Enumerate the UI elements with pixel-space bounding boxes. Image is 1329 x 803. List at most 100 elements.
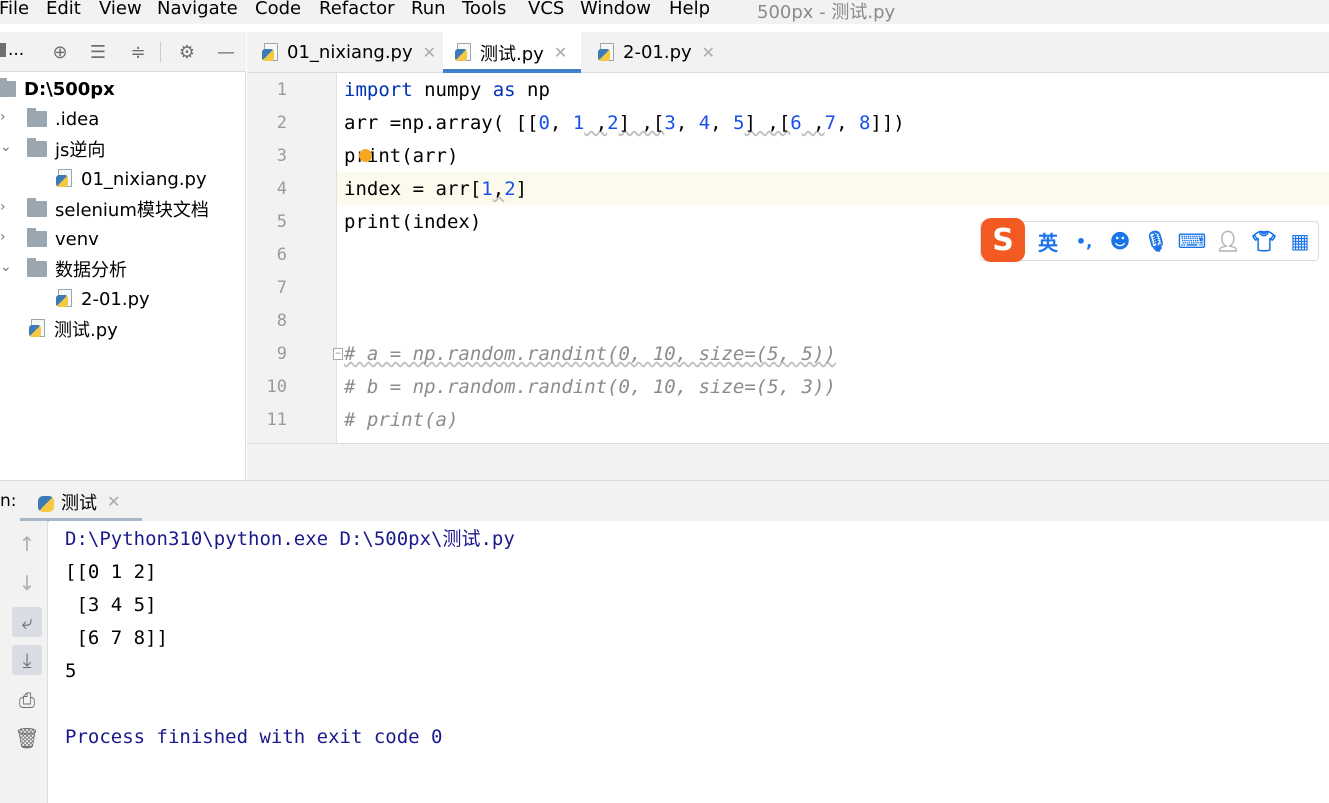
line-number: 5	[276, 212, 287, 232]
ime-toolbar: S 英 •, ☻ 🎙︎ ⌨ 👤︎ 👕︎ ▦	[980, 218, 1319, 262]
tree-label: selenium模块文档	[55, 200, 209, 221]
tree-label: js逆向	[55, 140, 106, 161]
menu-code[interactable]: Code	[255, 0, 301, 19]
tree-label: 数据分析	[55, 260, 127, 281]
python-icon	[36, 492, 54, 512]
menu-vcs[interactable]: VCS	[528, 0, 564, 19]
chevron-down-icon[interactable]: ⌄	[0, 259, 12, 275]
menu-file[interactable]: File	[0, 0, 29, 19]
soft-wrap-icon[interactable]: ⤶	[12, 607, 42, 637]
folder-icon	[27, 198, 47, 217]
lightbulb-icon[interactable]	[359, 149, 372, 162]
menu-navigate[interactable]: Navigate	[157, 0, 238, 19]
tree-label: 测试.py	[54, 320, 118, 341]
menu-help[interactable]: Help	[669, 0, 710, 19]
tree-item-01-nixiang[interactable]: 01_nixiang.py	[56, 165, 207, 193]
menu-view[interactable]: View	[99, 0, 142, 19]
menu-bar: File Edit View Navigate Code Refactor Ru…	[0, 0, 1329, 24]
tab-label: 2-01.py	[623, 42, 692, 63]
close-icon[interactable]: ✕	[702, 43, 715, 62]
run-panel-label: n:	[0, 491, 17, 511]
code-token: 3	[664, 112, 676, 134]
ime-language-toggle[interactable]: 英	[1035, 228, 1061, 255]
code-token: 1	[572, 112, 585, 134]
run-console[interactable]: D:\Python310\python.exe D:\500px\测试.py […	[49, 521, 1329, 803]
emoji-icon[interactable]: ☻	[1107, 228, 1133, 254]
tab-test[interactable]: 测试.py ✕	[443, 32, 581, 73]
code-token: 4	[698, 112, 711, 134]
chevron-right-icon[interactable]: ›	[0, 229, 6, 245]
code-token: ,	[492, 178, 505, 200]
code-token: ,	[549, 112, 573, 134]
tab-label: 测试.py	[480, 43, 544, 65]
chevron-right-icon[interactable]: ›	[0, 109, 6, 125]
line-number: 2	[276, 113, 287, 133]
console-line: [3 4 5]	[65, 594, 157, 616]
tree-item-js[interactable]: js逆向	[27, 135, 105, 163]
project-toolbar: ... ⊕ ☰ ≑ ⚙ —	[0, 32, 246, 72]
folder-icon	[27, 108, 47, 127]
collapse-all-icon[interactable]: ≑	[126, 40, 150, 64]
code-token: ,	[584, 112, 608, 134]
code-token: 7	[824, 112, 837, 134]
menu-window[interactable]: Window	[580, 0, 651, 19]
tab-01-nixiang[interactable]: 01_nixiang.py ✕	[260, 32, 438, 73]
code-token: ] ,[	[618, 112, 665, 134]
code-token: 6	[790, 112, 802, 134]
arrow-down-icon[interactable]: ↓	[12, 568, 42, 598]
scroll-to-end-icon[interactable]: ⤓	[12, 645, 42, 675]
microphone-icon[interactable]: 🎙︎	[1143, 228, 1169, 254]
python-file-icon	[598, 42, 616, 63]
tree-item-data-analysis[interactable]: 数据分析	[27, 255, 127, 283]
user-icon[interactable]: 👤︎	[1215, 228, 1241, 254]
print-icon[interactable]: ⎙	[12, 685, 42, 715]
folder-icon	[27, 228, 47, 247]
keyboard-icon[interactable]: ⌨	[1178, 228, 1207, 254]
tree-item-idea[interactable]: .idea	[27, 105, 99, 133]
chevron-down-icon[interactable]: ⌄	[0, 139, 12, 155]
ime-punctuation-toggle[interactable]: •,	[1071, 228, 1097, 254]
code-token: ,	[801, 112, 825, 134]
tree-item-test[interactable]: 测试.py	[29, 315, 118, 343]
skin-icon[interactable]: 👕︎	[1251, 228, 1277, 254]
trash-icon[interactable]: 🗑︎	[12, 723, 42, 753]
globe-icon[interactable]: ⊕	[48, 40, 72, 64]
toolbox-icon[interactable]: ▦	[1287, 228, 1313, 254]
project-panel-title[interactable]: ...	[0, 40, 24, 60]
menu-edit[interactable]: Edit	[46, 0, 81, 19]
menu-run[interactable]: Run	[411, 0, 446, 19]
close-icon[interactable]: ✕	[423, 43, 436, 62]
close-icon[interactable]: ✕	[554, 43, 567, 62]
arrow-up-icon[interactable]: ↑	[12, 529, 42, 559]
run-tab-label: 测试	[61, 492, 97, 514]
minimize-icon[interactable]: —	[214, 40, 238, 64]
python-file-icon	[262, 42, 280, 63]
tree-label: .idea	[55, 108, 100, 130]
project-tree: D:\500px › .idea ⌄ js逆向 01_nixiang.py › …	[0, 72, 246, 480]
sogou-logo-icon[interactable]: S	[981, 218, 1025, 262]
expand-all-icon[interactable]: ☰	[86, 40, 110, 64]
tree-item-2-01[interactable]: 2-01.py	[56, 285, 150, 313]
close-icon[interactable]: ✕	[107, 492, 120, 511]
tree-item-selenium[interactable]: selenium模块文档	[27, 195, 209, 223]
fold-icon[interactable]: −	[333, 348, 343, 360]
tab-label: 01_nixiang.py	[287, 42, 413, 63]
gear-icon[interactable]: ⚙	[175, 40, 199, 64]
tree-root-500px[interactable]: D:\500px	[0, 75, 115, 103]
code-token: import	[344, 79, 413, 101]
chevron-right-icon[interactable]: ›	[0, 199, 6, 215]
code-token: 1	[481, 178, 493, 200]
code-line-5: print(index)	[344, 211, 482, 233]
run-tab-test[interactable]: 测试 ✕	[20, 481, 142, 522]
tree-item-venv[interactable]: venv	[27, 225, 99, 253]
folder-icon	[27, 258, 47, 277]
code-line-10: # b = np.random.randint(0, 10, size=(5, …	[344, 376, 836, 398]
tab-2-01[interactable]: 2-01.py ✕	[596, 32, 717, 73]
console-line: [6 7 8]]	[65, 627, 168, 649]
menu-tools[interactable]: Tools	[462, 0, 506, 19]
code-token: ,	[675, 112, 699, 134]
code-token: np	[515, 79, 550, 101]
code-line-11: # print(a)	[344, 409, 459, 431]
code-line-1: import numpy as np	[344, 74, 550, 107]
menu-refactor[interactable]: Refactor	[319, 0, 395, 19]
